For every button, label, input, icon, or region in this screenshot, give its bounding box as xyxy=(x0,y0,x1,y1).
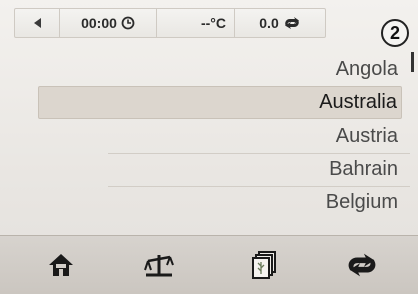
clock-icon xyxy=(121,16,135,30)
scale-button[interactable] xyxy=(142,250,176,280)
scale-icon xyxy=(144,255,174,277)
temperature-display: --°C xyxy=(157,9,235,37)
back-arrow-icon xyxy=(33,18,41,28)
trip-loop-icon xyxy=(284,17,299,29)
cards-button[interactable] xyxy=(248,250,282,280)
home-button[interactable] xyxy=(44,250,78,280)
cards-icon xyxy=(252,251,276,279)
list-item[interactable]: Austria xyxy=(336,121,398,152)
list-item[interactable]: Belgium xyxy=(326,187,398,218)
list-item[interactable]: Angola xyxy=(336,54,398,85)
home-icon xyxy=(49,254,73,276)
time-value: 00:00 xyxy=(81,15,117,31)
screen: 00:00 --°C 0.0 2 Angola Australia Austri… xyxy=(0,0,418,294)
back-button[interactable] xyxy=(15,9,60,37)
status-bar: 00:00 --°C 0.0 xyxy=(14,8,326,38)
step-badge-number: 2 xyxy=(389,22,400,43)
consumption-value: 0.0 xyxy=(259,15,279,31)
route-loop-icon xyxy=(348,253,376,277)
bottom-toolbar xyxy=(0,235,418,294)
route-button[interactable] xyxy=(345,250,379,280)
scrollbar-thumb[interactable] xyxy=(411,52,414,72)
clock-display: 00:00 xyxy=(60,9,157,37)
step-badge: 2 xyxy=(381,19,409,47)
list-item[interactable]: Bahrain xyxy=(329,154,398,185)
temperature-value: --°C xyxy=(200,15,226,31)
list-item-selected[interactable]: Australia xyxy=(38,86,402,119)
consumption-display: 0.0 xyxy=(235,9,325,37)
